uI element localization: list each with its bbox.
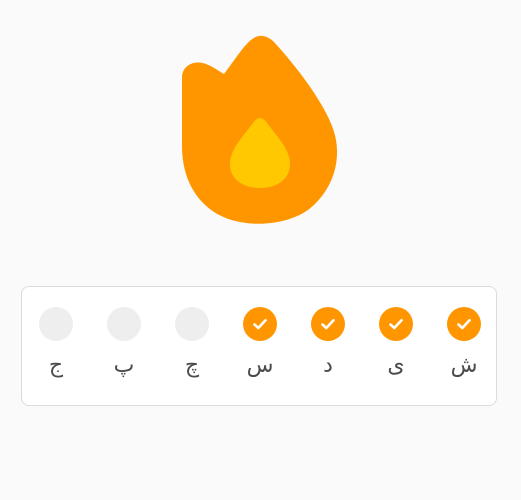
day-item: چ bbox=[167, 307, 217, 387]
checkmark-icon bbox=[253, 318, 267, 330]
day-status-circle bbox=[379, 307, 413, 341]
streak-flame bbox=[172, 30, 348, 230]
day-label: ج bbox=[48, 353, 64, 378]
day-label: د bbox=[323, 353, 333, 378]
day-status-circle bbox=[39, 307, 73, 341]
checkmark-icon bbox=[389, 318, 403, 330]
day-label: پ bbox=[113, 353, 135, 378]
day-item: س bbox=[235, 307, 285, 387]
day-item: ج bbox=[31, 307, 81, 387]
day-item: پ bbox=[99, 307, 149, 387]
weekly-streak-card: ج پ چ س د ی ش bbox=[21, 286, 497, 406]
flame-icon bbox=[182, 35, 338, 224]
day-label: س bbox=[246, 353, 274, 378]
day-label: ش bbox=[450, 353, 478, 378]
day-status-circle bbox=[243, 307, 277, 341]
day-status-circle bbox=[447, 307, 481, 341]
day-item: ی bbox=[371, 307, 421, 387]
week-days: ج پ چ س د ی ش bbox=[22, 287, 496, 405]
day-item: ش bbox=[439, 307, 489, 387]
day-label: چ bbox=[184, 353, 200, 378]
day-status-circle bbox=[175, 307, 209, 341]
day-status-circle bbox=[107, 307, 141, 341]
day-label: ی bbox=[387, 353, 405, 378]
checkmark-icon bbox=[321, 318, 335, 330]
day-status-circle bbox=[311, 307, 345, 341]
checkmark-icon bbox=[457, 318, 471, 330]
day-item: د bbox=[303, 307, 353, 387]
